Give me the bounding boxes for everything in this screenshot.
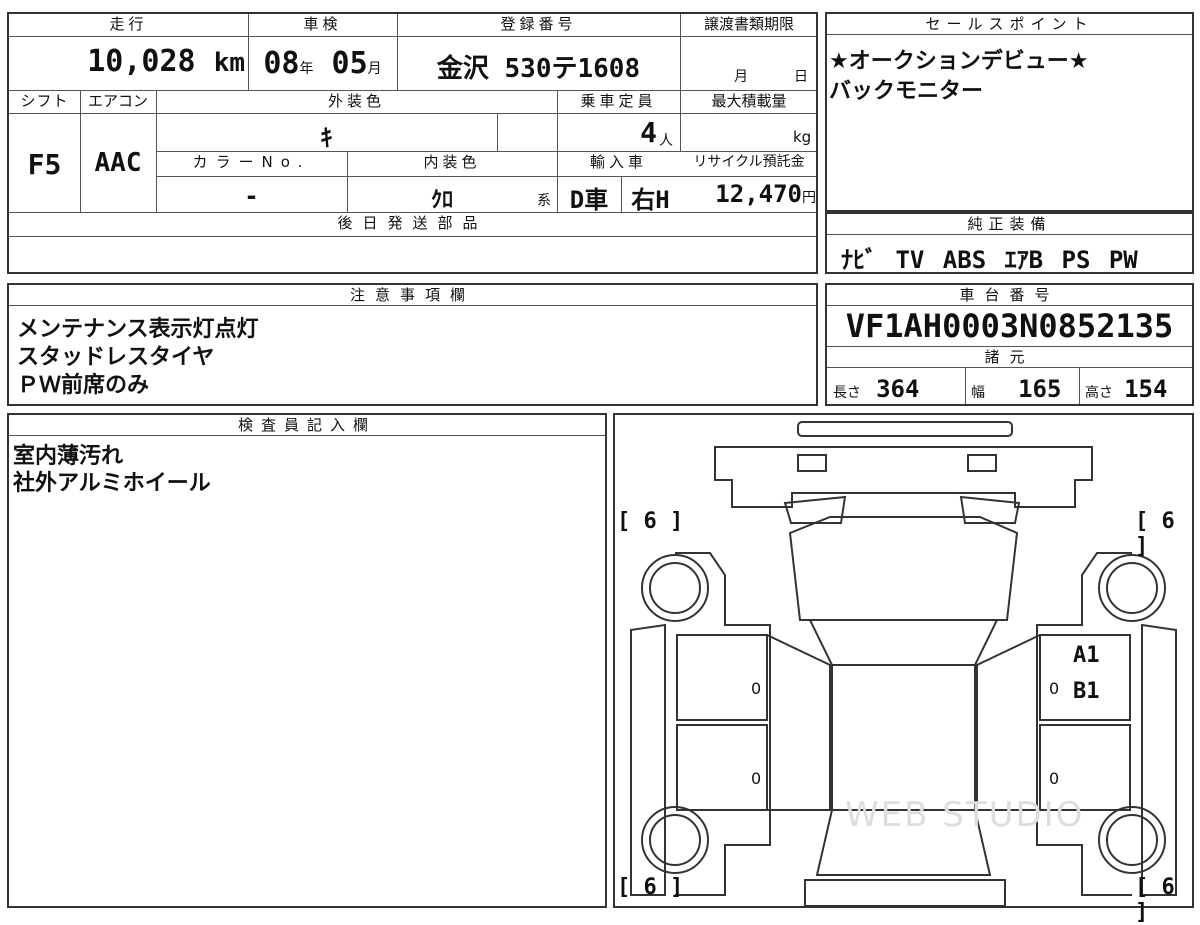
mileage-value: 10,028 km bbox=[87, 44, 245, 79]
length-spec: 長さ 364 bbox=[833, 375, 920, 403]
inspector-header: 検査員記入欄 bbox=[9, 415, 605, 436]
later-parts-header: 後日発送部品 bbox=[337, 214, 488, 232]
recycle-value: 12,470円 bbox=[715, 180, 816, 208]
aircon-value: AAC bbox=[94, 148, 142, 178]
color-no-value: - bbox=[244, 182, 259, 210]
equipment-value: ﾅﾋﾞ TV ABS ｴｱB PS PW bbox=[841, 246, 1138, 274]
inspector-box: 検査員記入欄 室内薄汚れ 社外アルミホイール bbox=[7, 413, 607, 908]
tire-front-left-tag: [ 6 ] bbox=[617, 509, 684, 534]
shift-value: F5 bbox=[27, 148, 62, 181]
sales-point-line-2: バックモニター bbox=[829, 79, 984, 104]
sales-points-box: セールスポイント ★オークションデビュー★ バックモニター bbox=[825, 12, 1194, 212]
tire-rear-right-tag: [ 6 ] bbox=[1135, 875, 1175, 925]
equipment-header: 純正装備 bbox=[827, 214, 1192, 235]
notes-box: 注意事項欄 メンテナンス表示灯点灯 スタッドレスタイヤ ＰＷ前席のみ bbox=[7, 283, 818, 406]
capacity-header: 乗車定員 bbox=[580, 92, 657, 110]
shift-header: シフト bbox=[20, 92, 69, 110]
note-line-2: スタッドレスタイヤ bbox=[17, 345, 215, 370]
note-line-1: メンテナンス表示灯点灯 bbox=[17, 317, 259, 342]
aircon-header: エアコン bbox=[87, 92, 148, 110]
mileage-header: 走行 bbox=[109, 15, 148, 33]
sales-point-line-1: ★オークションデビュー★ bbox=[829, 49, 1089, 74]
import-value-d: D車 bbox=[569, 186, 609, 214]
zero-mark-right-rear: 0 bbox=[1049, 769, 1060, 788]
watermark: WEB STUDIO bbox=[845, 795, 1085, 835]
zero-mark-left-rear: 0 bbox=[751, 769, 762, 788]
width-spec: 幅 165 bbox=[971, 375, 1062, 403]
vehicle-info-table: 走行 車検 登録番号 譲渡書類期限 10,028 km 08年 05月 金沢 5… bbox=[7, 12, 818, 274]
max-load-unit: kg bbox=[793, 128, 812, 146]
chassis-number: VF1AH0003N0852135 bbox=[845, 307, 1174, 345]
registration-value: 金沢 530テ1608 bbox=[436, 54, 641, 84]
damage-mark-a1: A1 bbox=[1073, 643, 1100, 668]
capacity-value: 4 bbox=[640, 116, 657, 149]
height-spec: 高さ 154 bbox=[1085, 375, 1168, 403]
transfer-day: 日 bbox=[794, 69, 808, 85]
exterior-color-header: 外装色 bbox=[327, 92, 385, 110]
damage-mark-b1: B1 bbox=[1073, 679, 1100, 704]
interior-color-value: ｸﾛ bbox=[430, 188, 453, 213]
recycle-header: リサイクル預託金 bbox=[693, 154, 805, 170]
color-no-header: カラーNo. bbox=[192, 153, 311, 171]
inspection-header: 車検 bbox=[303, 15, 342, 33]
chassis-box: 車台番号 VF1AH0003N0852135 諸元 長さ 364 幅 165 高… bbox=[825, 283, 1194, 406]
car-damage-diagram: [ 6 ] [ 6 ] [ 6 ] [ 6 ] A1 B1 0 0 0 0 WE… bbox=[613, 413, 1194, 925]
registration-header: 登録番号 bbox=[500, 15, 577, 33]
equipment-box: 純正装備 ﾅﾋﾞ TV ABS ｴｱB PS PW bbox=[825, 212, 1194, 274]
import-header: 輸入車 bbox=[589, 153, 647, 171]
exterior-color-value: ｷ bbox=[320, 124, 333, 152]
interior-color-header: 内装色 bbox=[423, 153, 481, 171]
tire-rear-left-tag: [ 6 ] bbox=[617, 875, 684, 900]
interior-color-unit: 系 bbox=[537, 193, 551, 209]
transfer-month: 月 bbox=[734, 69, 748, 85]
inspector-line-1: 室内薄汚れ bbox=[13, 444, 124, 469]
tire-front-right-tag: [ 6 ] bbox=[1135, 509, 1175, 559]
zero-mark-right-front: 0 bbox=[1049, 679, 1060, 698]
max-load-header: 最大積載量 bbox=[711, 92, 787, 110]
notes-header: 注意事項欄 bbox=[9, 285, 816, 306]
sales-points-header: セールスポイント bbox=[827, 14, 1192, 35]
import-value-rh: 右H bbox=[631, 186, 670, 214]
zero-mark-left-front: 0 bbox=[751, 679, 762, 698]
transfer-deadline-header: 譲渡書類期限 bbox=[703, 15, 794, 33]
inspector-line-2: 社外アルミホイール bbox=[13, 471, 211, 496]
spec-header: 諸元 bbox=[827, 347, 1192, 368]
inspection-value: 08年 05月 bbox=[263, 46, 382, 81]
note-line-3: ＰＷ前席のみ bbox=[17, 373, 150, 398]
capacity-unit: 人 bbox=[659, 133, 673, 149]
chassis-header: 車台番号 bbox=[827, 285, 1192, 306]
